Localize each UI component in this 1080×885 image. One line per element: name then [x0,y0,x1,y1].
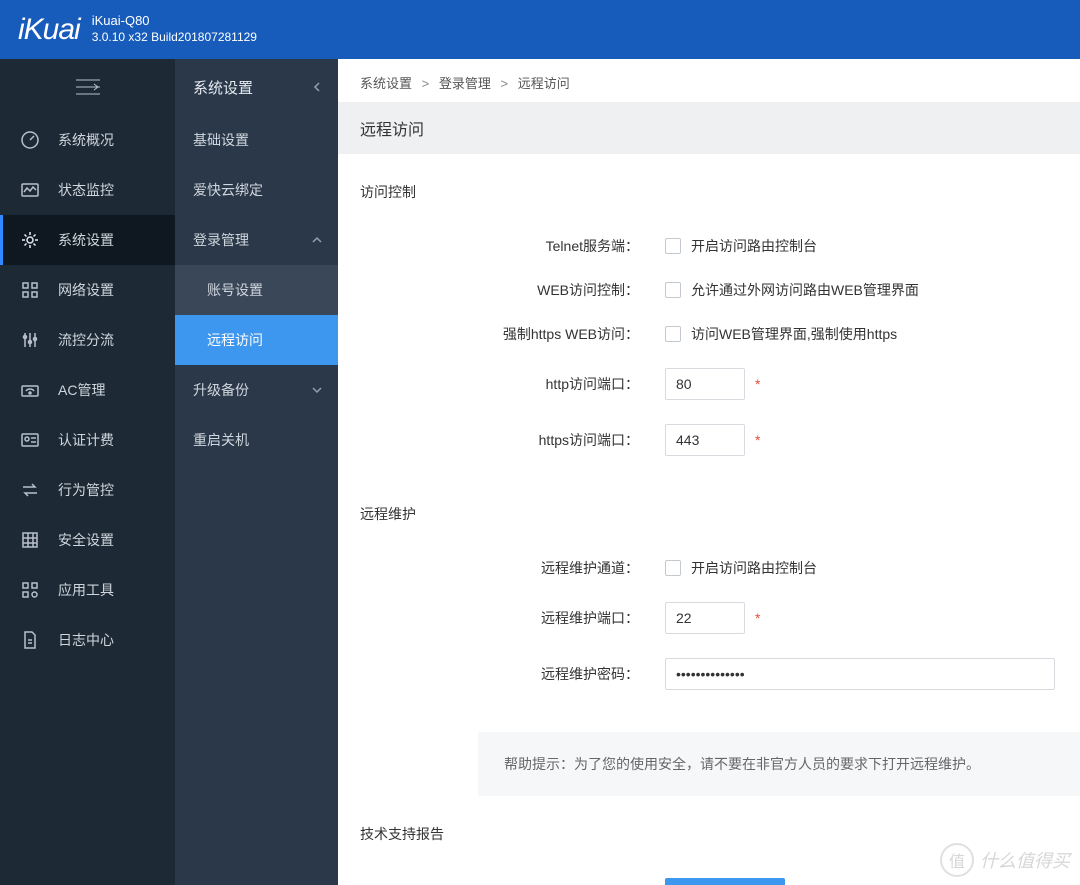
sidebar-item-label: 认证计费 [58,430,114,450]
sub-item-account[interactable]: 账号设置 [175,265,338,315]
chevron-up-icon [312,232,322,248]
sidebar-item-label: 行为管控 [58,480,114,500]
maint-pwd-input[interactable] [665,658,1055,690]
force-https-chk-label: 访问WEB管理界面,强制使用https [691,324,897,344]
force-https-label: 强制https WEB访问： [360,324,665,344]
gauge-icon [20,130,40,150]
sidebar-item-overview[interactable]: 系统概况 [0,115,175,165]
sub-item-cloud[interactable]: 爱快云绑定 [175,165,338,215]
sidebar-item-label: 网络设置 [58,280,114,300]
breadcrumb: 系统设置 > 登录管理 > 远程访问 [338,59,1080,102]
gear-icon [20,230,40,250]
sidebar-item-tools[interactable]: 应用工具 [0,565,175,615]
section-access-control: 访问控制 Telnet服务端： 开启访问路由控制台 WEB访问控制： 允许通过外… [338,154,1080,476]
required-mark: * [755,376,760,392]
network-icon [20,280,40,300]
telnet-label: Telnet服务端： [360,236,665,256]
telnet-checkbox[interactable] [665,238,681,254]
section-title: 访问控制 [360,182,1058,202]
sidebar-item-security[interactable]: 安全设置 [0,515,175,565]
id-icon [20,430,40,450]
export-report-button[interactable]: 导出技术报告 [665,878,785,885]
maint-channel-chk-label: 开启访问路由控制台 [691,558,817,578]
app-header: iKuai iKuai-Q80 3.0.10 x32 Build20180728… [0,0,1080,59]
sidebar-item-network[interactable]: 网络设置 [0,265,175,315]
sub-item-login[interactable]: 登录管理 [175,215,338,265]
help-tip: 帮助提示：为了您的使用安全，请不要在非官方人员的要求下打开远程维护。 [478,732,1080,796]
sub-item-remote[interactable]: 远程访问 [175,315,338,365]
sidebar-item-label: 安全设置 [58,530,114,550]
sidebar-item-flow[interactable]: 流控分流 [0,315,175,365]
telnet-chk-label: 开启访问路由控制台 [691,236,817,256]
breadcrumb-part[interactable]: 登录管理 [439,76,491,91]
version-string: 3.0.10 x32 Build201807281129 [92,30,257,46]
sidebar-item-logs[interactable]: 日志中心 [0,615,175,665]
breadcrumb-part: 远程访问 [518,76,570,91]
watermark: 值 什么值得买 [940,843,1070,877]
section-remote-maint: 远程维护 远程维护通道： 开启访问路由控制台 远程维护端口： * [338,476,1080,814]
sub-item-reboot[interactable]: 重启关机 [175,415,338,465]
content-area: 系统设置 > 登录管理 > 远程访问 远程访问 访问控制 Telnet服务端： … [338,59,1080,885]
monitor-icon [20,180,40,200]
maint-channel-label: 远程维护通道： [360,558,665,578]
maint-channel-checkbox[interactable] [665,560,681,576]
maint-pwd-label: 远程维护密码： [360,664,665,684]
section-title: 技术支持报告 [360,824,1058,844]
web-access-label: WEB访问控制： [360,280,665,300]
device-name: iKuai-Q80 [92,13,257,30]
chevron-down-icon [312,382,322,398]
sidebar-item-label: 系统概况 [58,130,114,150]
header-meta: iKuai-Q80 3.0.10 x32 Build201807281129 [92,13,257,45]
sidebar-item-label: 日志中心 [58,630,114,650]
secondary-sidebar: 系统设置 基础设置 爱快云绑定 登录管理 账号设置 远程访问 升级备份 重启关机 [175,59,338,885]
chevron-left-icon[interactable] [312,79,322,96]
sidebar-item-label: 系统设置 [58,230,114,250]
section-title: 远程维护 [360,504,1058,524]
watermark-text: 什么值得买 [980,847,1070,873]
required-mark: * [755,610,760,626]
sidebar-item-label: 流控分流 [58,330,114,350]
sidebar-item-monitor[interactable]: 状态监控 [0,165,175,215]
sliders-icon [20,330,40,350]
watermark-badge: 值 [940,843,974,877]
web-access-checkbox[interactable] [665,282,681,298]
sidebar-item-auth[interactable]: 认证计费 [0,415,175,465]
sub-item-upgrade[interactable]: 升级备份 [175,365,338,415]
collapse-icon [74,76,102,98]
apps-icon [20,580,40,600]
force-https-checkbox[interactable] [665,326,681,342]
swap-icon [20,480,40,500]
page-title: 远程访问 [338,102,1080,154]
sidebar-item-label: 应用工具 [58,580,114,600]
http-port-label: http访问端口： [360,374,665,394]
breadcrumb-part[interactable]: 系统设置 [360,76,412,91]
primary-sidebar: 系统概况 状态监控 系统设置 网络设置 流控分流 AC管理 [0,59,175,885]
web-access-chk-label: 允许通过外网访问路由WEB管理界面 [691,280,919,300]
logo: iKuai [18,13,80,47]
maint-port-label: 远程维护端口： [360,608,665,628]
grid-icon [20,530,40,550]
required-mark: * [755,432,760,448]
sidebar-collapse-button[interactable] [0,59,175,115]
document-icon [20,630,40,650]
https-port-input[interactable] [665,424,745,456]
sidebar-item-system[interactable]: 系统设置 [0,215,175,265]
sidebar-item-behavior[interactable]: 行为管控 [0,465,175,515]
sidebar-item-ac[interactable]: AC管理 [0,365,175,415]
https-port-label: https访问端口： [360,430,665,450]
sub-item-basic[interactable]: 基础设置 [175,115,338,165]
maint-port-input[interactable] [665,602,745,634]
secondary-sidebar-title: 系统设置 [175,59,338,115]
sidebar-item-label: AC管理 [58,380,105,400]
wifi-icon [20,380,40,400]
sidebar-item-label: 状态监控 [58,180,114,200]
http-port-input[interactable] [665,368,745,400]
